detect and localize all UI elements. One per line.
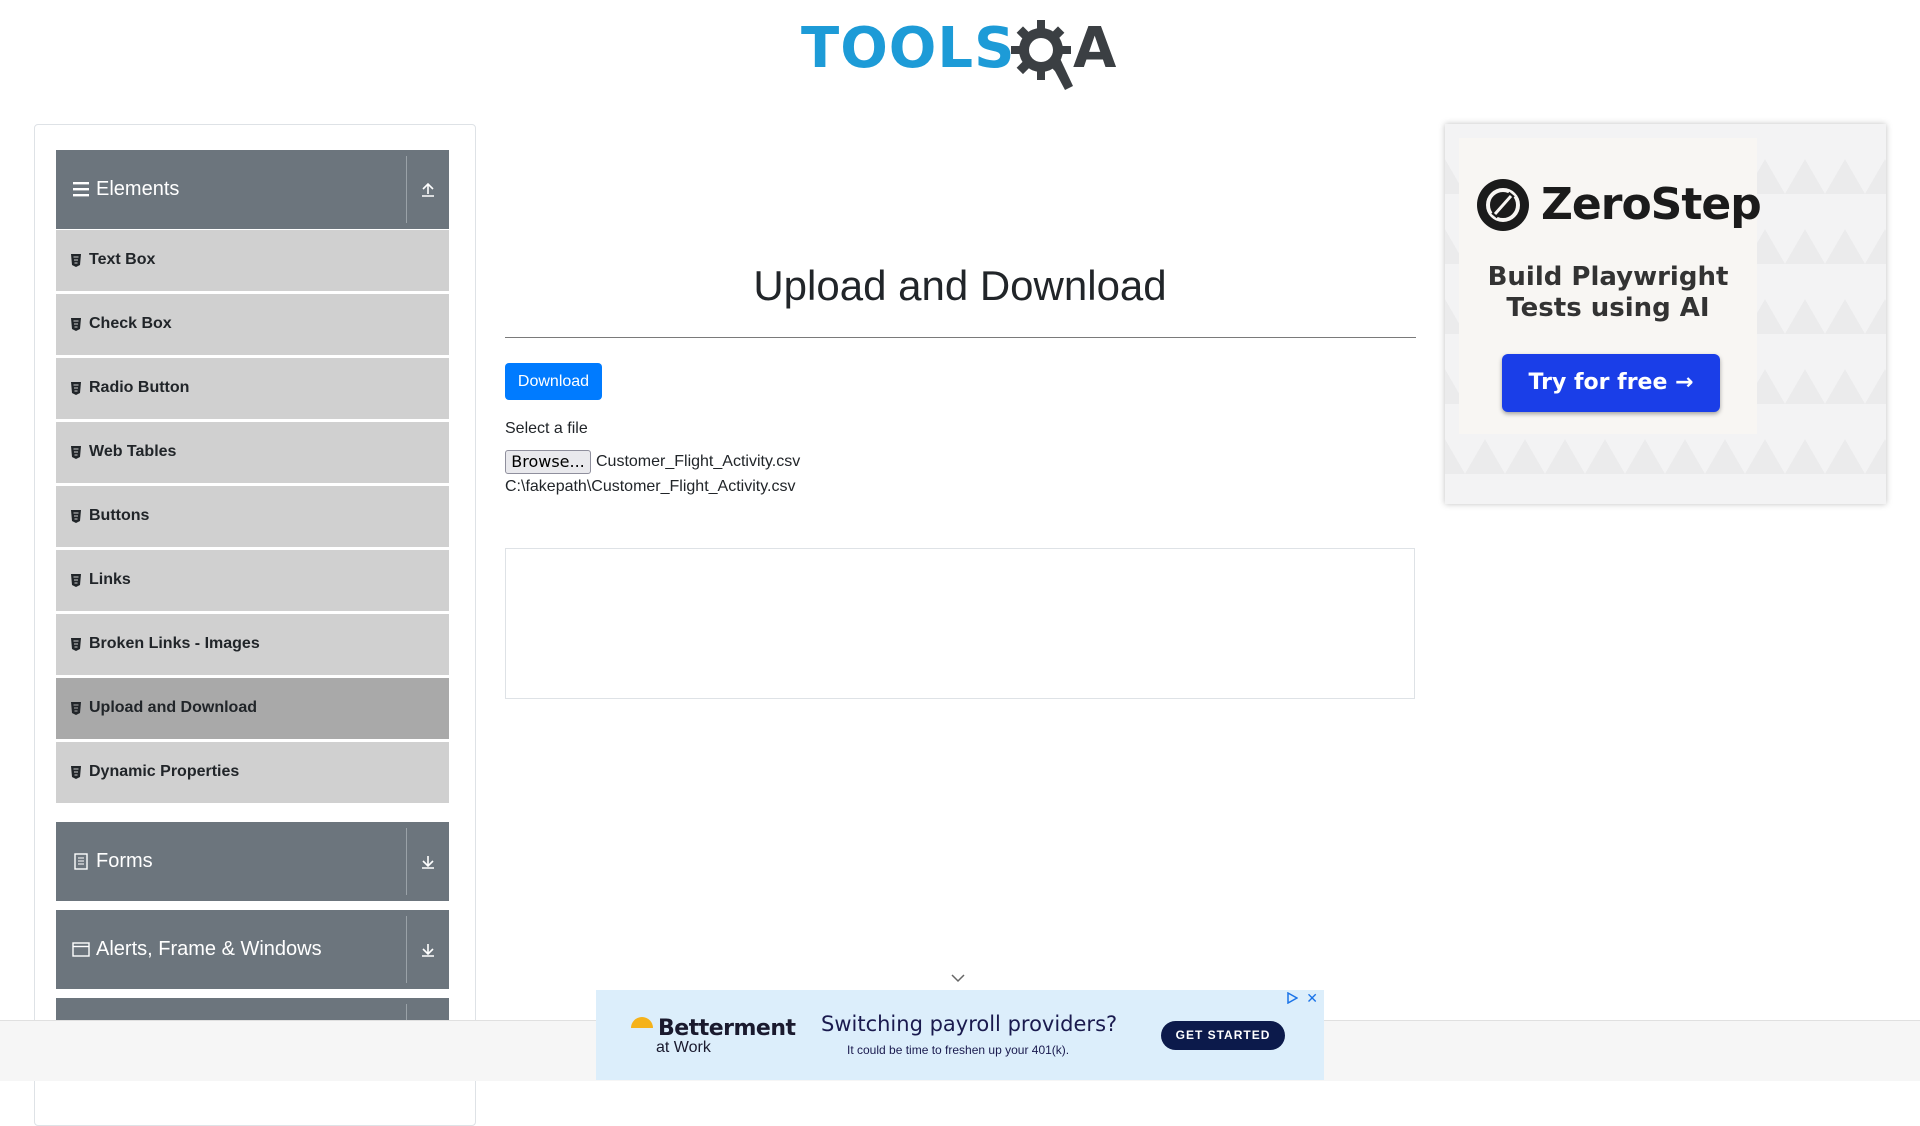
sidebar-item-buttons[interactable]: Buttons (56, 485, 449, 547)
sidebar-item-label: Web Tables (89, 443, 177, 460)
sidebar-item-broken-links[interactable]: Broken Links - Images (56, 613, 449, 675)
try-for-free-button[interactable]: Try for free → (1502, 354, 1720, 412)
html5-icon (71, 382, 81, 395)
title-divider (505, 337, 1416, 338)
html5-icon (71, 446, 81, 459)
chevron-down-icon[interactable] (950, 972, 966, 984)
sidebar-item-label: Broken Links - Images (89, 635, 260, 652)
group-alerts-frame-windows[interactable]: Alerts, Frame & Windows (56, 910, 449, 989)
html5-icon (71, 318, 81, 331)
expand-icon (422, 856, 434, 869)
group-elements[interactable]: Elements (56, 150, 449, 229)
ad-subline: It could be time to freshen up your 401(… (847, 1043, 1070, 1057)
ad-brand: ZeroStep (1541, 179, 1762, 230)
ad-brand: Betterment (658, 1016, 796, 1041)
sidebar-item-label: Buttons (89, 507, 150, 524)
collapse-toggle[interactable] (407, 150, 449, 229)
menu-icon (73, 182, 89, 197)
group-label: Alerts, Frame & Windows (96, 938, 322, 960)
sidebar-item-label: Dynamic Properties (89, 763, 240, 780)
ad-card: ZeroStep Build Playwright Tests using AI… (1459, 138, 1762, 434)
html5-icon (71, 254, 81, 267)
sidebar-item-text-box[interactable]: Text Box (56, 229, 449, 291)
html5-icon (71, 766, 81, 779)
html5-icon (71, 510, 81, 523)
ad-headline: Switching payroll providers? (821, 1012, 1118, 1036)
expand-icon (422, 944, 434, 957)
html5-icon (71, 574, 81, 587)
select-file-label: Select a file (505, 420, 588, 437)
ad-tagline-line1: Build Playwright (1487, 262, 1729, 292)
html5-icon (71, 638, 81, 651)
sidebar-item-web-tables[interactable]: Web Tables (56, 421, 449, 483)
expand-toggle[interactable] (407, 910, 449, 989)
ad-brand-sub: at Work (656, 1039, 711, 1056)
page-title: Upload and Download (753, 262, 1167, 309)
sidebar-item-label: Text Box (89, 251, 156, 268)
group-label: Forms (96, 850, 153, 872)
uploaded-file-path: C:\fakepath\Customer_Flight_Activity.csv (505, 478, 796, 495)
sidebar-item-label: Links (89, 571, 131, 588)
ad-tagline-line2: Tests using AI (1506, 293, 1710, 323)
html5-icon (71, 702, 81, 715)
betterment-ad[interactable]: Betterment at Work Switching payroll pro… (596, 990, 1324, 1080)
toolsqa-logo[interactable]: TOOLS A (801, 14, 1123, 92)
expand-toggle[interactable] (407, 822, 449, 901)
selected-file-name: Customer_Flight_Activity.csv (596, 453, 801, 470)
sidebar-item-label: Check Box (89, 315, 172, 332)
sidebar-item-links[interactable]: Links (56, 549, 449, 611)
group-label: Elements (96, 178, 180, 200)
zerostep-logo-icon (1477, 179, 1529, 231)
adchoices-icon[interactable] (1286, 992, 1298, 1004)
window-icon (72, 942, 90, 957)
close-icon[interactable]: ✕ (1306, 990, 1318, 1006)
betterment-logo-icon (631, 1017, 653, 1028)
sidebar: Elements Text Box Check Box Radio Button… (34, 124, 476, 1126)
sidebar-item-dynamic-properties[interactable]: Dynamic Properties (56, 741, 449, 803)
collapse-icon (422, 182, 434, 197)
sidebar-item-label: Radio Button (89, 379, 190, 396)
ad-placeholder (505, 548, 1415, 699)
browse-button[interactable]: Browse... (505, 450, 591, 474)
ad-tagline: Build Playwright Tests using AI (1459, 262, 1757, 324)
form-icon (74, 853, 88, 870)
group-forms[interactable]: Forms (56, 822, 449, 901)
sidebar-item-label: Upload and Download (89, 699, 257, 716)
sidebar-item-radio-button[interactable]: Radio Button (56, 357, 449, 419)
get-started-button[interactable]: GET STARTED (1161, 1021, 1285, 1050)
zerostep-ad[interactable]: ZeroStep Build Playwright Tests using AI… (1445, 124, 1886, 504)
logo-text: TOOLS (801, 16, 1016, 81)
sidebar-item-check-box[interactable]: Check Box (56, 293, 449, 355)
download-button[interactable]: Download (505, 363, 602, 400)
logo-suffix: A (1073, 16, 1117, 81)
sidebar-item-upload-download[interactable]: Upload and Download (56, 677, 449, 739)
